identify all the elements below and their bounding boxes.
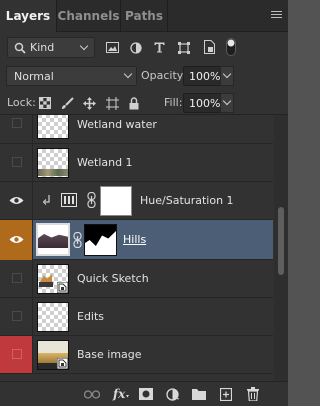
tab-channels[interactable]: Channels xyxy=(57,0,120,32)
adjustment-mask-thumbnail[interactable] xyxy=(100,186,132,216)
panel-tab-bar: Layers Channels Paths xyxy=(0,0,288,33)
lock-all-icon[interactable] xyxy=(129,97,139,110)
chain-link-icon[interactable] xyxy=(87,192,96,208)
filter-toggle-icon[interactable] xyxy=(226,38,236,56)
layers-footer-toolbar: fx xyxy=(0,381,288,406)
chevron-down-icon xyxy=(222,69,232,79)
layer-thumbnail xyxy=(37,148,69,178)
fill-label: Fill: xyxy=(164,96,183,109)
layers-scrollbar[interactable] xyxy=(274,115,288,381)
visibility-toggle[interactable] xyxy=(0,336,33,373)
chevron-down-icon xyxy=(222,96,232,106)
layer-row-selected[interactable]: Hills xyxy=(0,220,273,260)
smart-object-badge-icon xyxy=(57,282,68,293)
blend-mode-select[interactable]: Normal xyxy=(6,66,137,86)
add-mask-icon[interactable] xyxy=(139,388,153,400)
layer-name[interactable]: Quick Sketch xyxy=(77,272,149,285)
layer-row[interactable]: Base image xyxy=(0,336,273,374)
shape-filter-icon[interactable] xyxy=(178,42,190,54)
delete-layer-icon[interactable] xyxy=(247,387,259,401)
link-layers-icon[interactable] xyxy=(84,390,100,399)
visibility-toggle[interactable] xyxy=(0,182,33,219)
layer-name[interactable]: Base image xyxy=(77,348,142,361)
visibility-toggle[interactable] xyxy=(0,220,33,260)
fx-icon[interactable]: fx xyxy=(112,386,130,401)
smart-object-badge-icon xyxy=(57,358,68,369)
fill-input[interactable]: 100% xyxy=(183,93,221,113)
chain-link-icon[interactable] xyxy=(73,232,82,248)
layer-row[interactable]: Quick Sketch xyxy=(0,260,273,298)
adjustment-layer-icon[interactable] xyxy=(166,388,179,401)
panel-menu-icon[interactable] xyxy=(271,11,282,20)
layer-filter-row: Kind xyxy=(0,34,288,62)
lock-artboard-icon[interactable] xyxy=(106,97,119,110)
fill-dropdown-button[interactable] xyxy=(220,93,234,113)
scrollbar-thumb[interactable] xyxy=(278,207,284,275)
chevron-down-icon xyxy=(123,69,133,79)
layer-name[interactable]: Hills xyxy=(123,233,146,246)
new-layer-icon[interactable] xyxy=(220,388,232,401)
clipping-arrow-icon xyxy=(43,195,50,205)
blend-row: Normal Opacity: 100% xyxy=(0,64,288,88)
layer-row[interactable]: Wetland 1 xyxy=(0,144,273,182)
opacity-input[interactable]: 100% xyxy=(183,66,221,86)
tab-paths[interactable]: Paths xyxy=(121,0,167,32)
svg-text:fx: fx xyxy=(112,387,126,401)
lock-transparent-pixels-icon[interactable] xyxy=(39,97,51,109)
layers-panel: Layers Channels Paths Kind Normal Opacit… xyxy=(0,0,288,406)
lock-image-pixels-icon[interactable] xyxy=(61,97,74,110)
eye-icon xyxy=(9,236,24,243)
hue-saturation-adjustment-icon xyxy=(61,193,77,207)
adjustment-filter-icon[interactable] xyxy=(130,42,142,54)
layer-row[interactable]: Wetland water xyxy=(0,115,273,144)
blend-mode-value: Normal xyxy=(14,70,54,83)
layer-name[interactable]: Hue/Saturation 1 xyxy=(140,194,234,207)
filter-kind-select[interactable]: Kind xyxy=(7,37,95,58)
layer-list[interactable]: Wetland water Wetland 1 Hue/Saturation 1… xyxy=(0,115,273,381)
opacity-label: Opacity: xyxy=(141,69,187,82)
layer-mask-thumbnail[interactable] xyxy=(84,224,117,256)
layer-thumbnail xyxy=(37,115,69,139)
pixel-filter-icon[interactable] xyxy=(106,42,119,53)
visibility-toggle[interactable] xyxy=(0,298,33,335)
smart-object-filter-icon[interactable] xyxy=(204,40,215,54)
lock-label: Lock: xyxy=(7,96,36,109)
visibility-toggle[interactable] xyxy=(0,144,33,181)
type-filter-icon[interactable] xyxy=(154,42,165,53)
chevron-down-icon xyxy=(79,41,89,51)
lock-row: Lock: Fill: 100% xyxy=(0,91,288,115)
opacity-dropdown-button[interactable] xyxy=(220,66,234,86)
visibility-toggle[interactable] xyxy=(0,260,33,297)
visibility-toggle[interactable] xyxy=(0,115,33,143)
filter-kind-label: Kind xyxy=(30,41,55,54)
new-group-icon[interactable] xyxy=(192,388,206,400)
eye-icon xyxy=(9,197,24,204)
tab-layers[interactable]: Layers xyxy=(0,0,56,33)
layer-row[interactable]: Edits xyxy=(0,298,273,336)
layer-row[interactable]: Hue/Saturation 1 xyxy=(0,182,273,220)
search-icon xyxy=(14,42,26,54)
layer-name[interactable]: Wetland water xyxy=(77,118,157,131)
layer-name[interactable]: Wetland 1 xyxy=(77,156,133,169)
layer-thumbnail xyxy=(37,302,69,332)
layer-thumbnail[interactable] xyxy=(36,223,70,256)
lock-position-icon[interactable] xyxy=(83,97,96,110)
layer-name[interactable]: Edits xyxy=(77,310,104,323)
